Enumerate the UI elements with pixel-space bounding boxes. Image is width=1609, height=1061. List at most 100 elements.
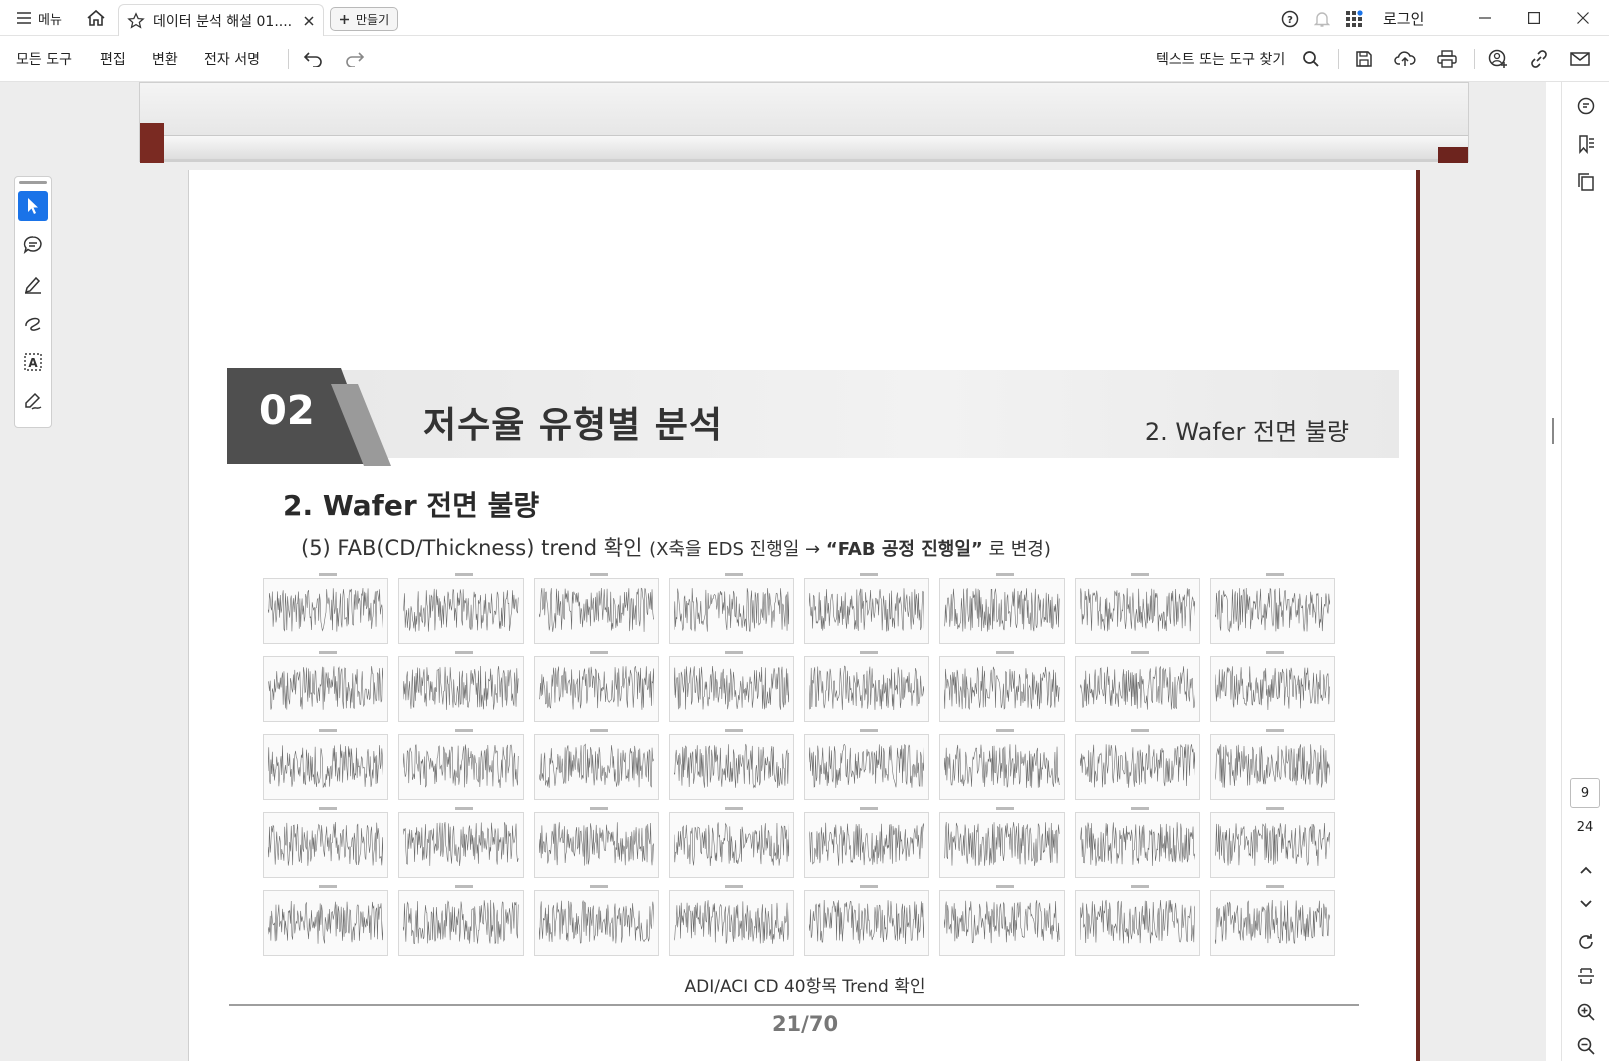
menu-button[interactable]: 메뉴 (10, 6, 68, 30)
search-button[interactable] (1298, 46, 1324, 72)
section-number: 02 (259, 388, 315, 434)
subheading-note-post: 로 변경) (982, 539, 1051, 560)
trend-line (1214, 899, 1330, 944)
copy-link-button[interactable] (1526, 46, 1552, 72)
trend-chart-thumbnail (1074, 807, 1200, 878)
apps-button[interactable] (1342, 7, 1366, 31)
trend-line (673, 822, 789, 867)
print-button[interactable] (1434, 46, 1460, 72)
close-window-button[interactable] (1560, 0, 1606, 36)
trend-line (944, 821, 1060, 866)
pages-panel-button[interactable] (1574, 170, 1598, 194)
trend-chart-thumbnail (1074, 729, 1200, 800)
trend-line (809, 743, 925, 788)
select-tool[interactable] (18, 191, 48, 221)
fit-page-button[interactable] (1574, 964, 1598, 988)
bookmarks-button[interactable] (1574, 132, 1598, 156)
trend-chart-thumbnail (668, 885, 794, 956)
upload-icon (1394, 51, 1416, 66)
trend-line (403, 899, 519, 944)
current-page-input[interactable]: 9 (1570, 778, 1600, 808)
chevron-down-icon (1580, 900, 1592, 908)
subheading-note-pre: (X축을 EDS 진행일 → (649, 539, 826, 560)
menu-label: 메뉴 (38, 12, 62, 28)
svg-text:?: ? (1287, 15, 1293, 26)
home-icon (87, 9, 105, 26)
comments-panel-button[interactable] (1574, 94, 1598, 118)
trend-chart-thumbnail (1209, 729, 1335, 800)
comment-icon (23, 236, 42, 255)
convert-menu[interactable]: 변환 (152, 49, 178, 69)
save-button[interactable] (1351, 46, 1377, 72)
rotate-icon (1579, 934, 1593, 949)
rotate-button[interactable] (1574, 930, 1598, 954)
home-button[interactable] (84, 6, 108, 30)
bookmarks-icon (1579, 135, 1594, 154)
trend-line (1079, 899, 1195, 944)
all-tools-menu[interactable]: 모든 도구 (16, 49, 72, 69)
trend-chart-thumbnail (263, 807, 389, 878)
share-user-icon (1488, 49, 1507, 68)
minimize-button[interactable] (1462, 0, 1508, 36)
draw-tool[interactable] (18, 308, 48, 338)
comment-tool[interactable] (18, 230, 48, 260)
login-link[interactable]: 로그인 (1383, 8, 1424, 29)
zoom-out-button[interactable] (1574, 1034, 1598, 1058)
trend-line (944, 666, 1060, 711)
trend-line (538, 665, 654, 710)
edit-menu[interactable]: 편집 (100, 49, 126, 69)
section-subtitle: 2. Wafer 전면 불량 (1144, 418, 1349, 446)
trend-chart-thumbnail (1209, 651, 1335, 722)
right-rail: 9 24 (1561, 82, 1609, 1061)
trend-chart-thumbnail (804, 651, 930, 722)
trend-chart-thumbnail (804, 573, 930, 644)
previous-page-button[interactable] (1574, 858, 1598, 882)
text-select-tool[interactable]: A (18, 347, 48, 377)
redo-button[interactable] (342, 46, 368, 72)
search-icon (1303, 51, 1319, 67)
panel-drag-handle[interactable] (19, 181, 47, 184)
toolbar-divider (288, 49, 289, 69)
zoom-in-button[interactable] (1574, 1000, 1598, 1024)
trend-line (1079, 666, 1195, 710)
section-banner: 02 저수율 유형별 분석 2. Wafer 전면 불량 (227, 368, 1399, 466)
sign-tool[interactable] (18, 386, 48, 416)
trend-line (268, 821, 384, 866)
trend-line (538, 587, 654, 632)
text-select-icon: A (24, 353, 42, 371)
trend-chart-thumbnail (1209, 573, 1335, 644)
help-button[interactable]: ? (1278, 7, 1302, 31)
trend-chart-grid (263, 573, 1335, 956)
trend-chart-thumbnail (533, 885, 659, 956)
vertical-scrollbar[interactable] (1546, 82, 1561, 1061)
toolbar-divider (1474, 49, 1475, 69)
total-pages: 24 (1576, 820, 1594, 835)
share-user-button[interactable] (1485, 46, 1511, 72)
trend-chart-thumbnail (398, 729, 524, 800)
undo-button[interactable] (300, 46, 326, 72)
trend-chart-thumbnail (1074, 885, 1200, 956)
highlight-tool[interactable] (18, 269, 48, 299)
document-viewport[interactable]: 02 저수율 유형별 분석 2. Wafer 전면 불량 2. Wafer 전면… (0, 82, 1546, 1061)
search-tools-label[interactable]: 텍스트 또는 도구 찾기 (1156, 49, 1285, 69)
create-button[interactable]: 만들기 (330, 7, 399, 31)
trend-line (673, 665, 789, 710)
trend-chart-thumbnail (1074, 651, 1200, 722)
close-tab-icon[interactable] (303, 15, 315, 27)
freehand-draw-icon (25, 317, 41, 331)
scrollbar-thumb[interactable] (1552, 418, 1554, 444)
next-page-button[interactable] (1574, 892, 1598, 916)
trend-chart-thumbnail (263, 885, 389, 956)
upload-button[interactable] (1392, 46, 1418, 72)
tab-title: 데이터 분석 해설 01.... (153, 13, 293, 30)
maximize-button[interactable] (1511, 0, 1557, 36)
trend-line (268, 666, 384, 710)
star-icon[interactable] (127, 11, 145, 30)
email-button[interactable] (1567, 46, 1593, 72)
trend-line (268, 900, 384, 944)
e-sign-menu[interactable]: 전자 서명 (204, 49, 260, 69)
trend-line (1214, 587, 1330, 633)
trend-line (538, 822, 654, 866)
notifications-button[interactable] (1310, 7, 1334, 31)
document-tab[interactable]: 데이터 분석 해설 01.... (118, 4, 324, 36)
